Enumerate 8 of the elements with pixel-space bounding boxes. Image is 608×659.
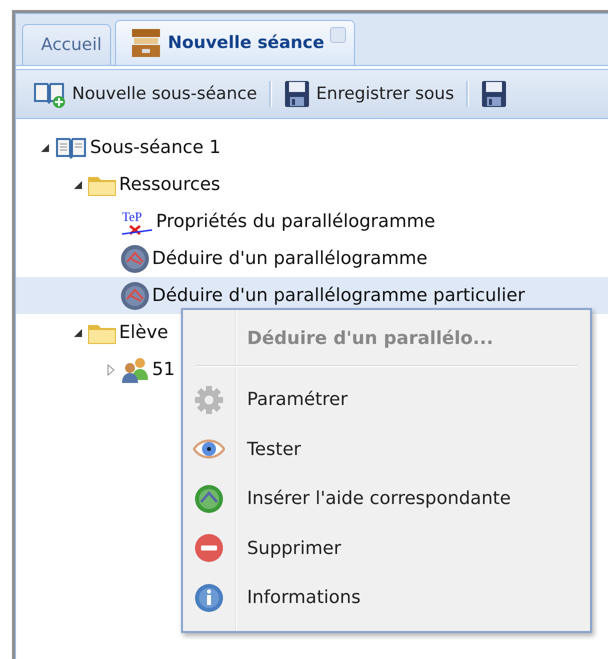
menu-title: Déduire d'un parallélo...	[246, 327, 494, 351]
tree-label: Déduire d'un parallélogramme	[152, 248, 428, 269]
tree-label: Déduire d'un parallélogramme particulier	[152, 285, 525, 306]
tree-label: Ressources	[119, 174, 220, 195]
tree-label: Sous-séance 1	[90, 137, 221, 158]
tree-label: 51	[152, 359, 175, 380]
tree-label: Propriétés du parallélogramme	[156, 211, 436, 232]
tree-label: Elève	[119, 322, 168, 343]
